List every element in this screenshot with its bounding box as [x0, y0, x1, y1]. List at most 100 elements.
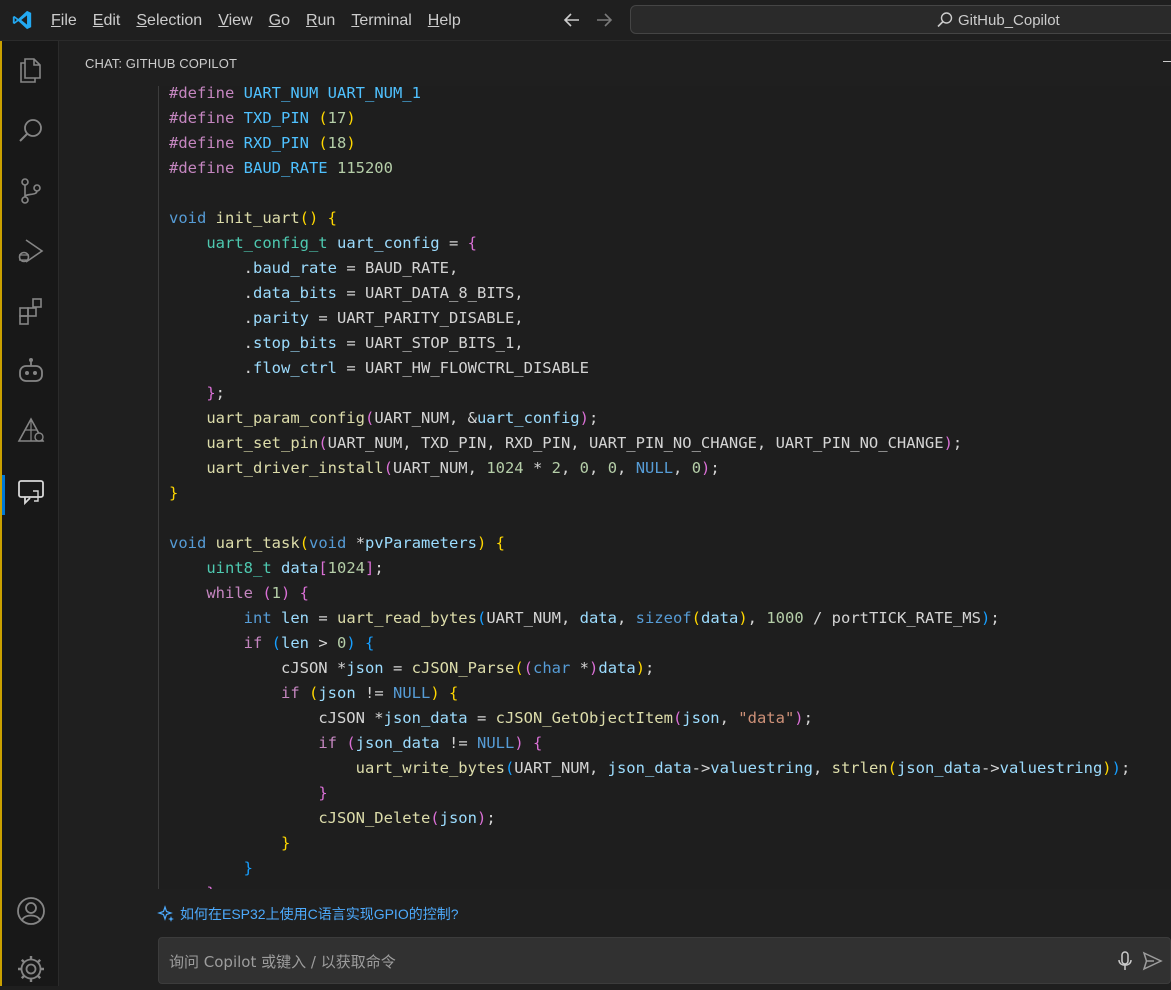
- code-token: json: [318, 684, 365, 702]
- code-token: (: [299, 534, 310, 552]
- code-token: ,: [747, 609, 767, 627]
- explorer-icon[interactable]: [15, 54, 47, 86]
- code-token: ;: [710, 459, 720, 477]
- code-line: }: [169, 481, 1130, 506]
- copilot-icon[interactable]: [15, 355, 47, 387]
- forward-arrow-icon[interactable]: [593, 9, 615, 31]
- code-token: cJSON *: [318, 709, 384, 727]
- code-token: init_uart: [215, 209, 300, 227]
- manage-gear-icon[interactable]: [15, 953, 47, 985]
- code-token: flow_ctrl: [253, 359, 347, 377]
- code-token: (: [514, 659, 524, 677]
- code-token: 1024: [327, 559, 365, 577]
- code-token: ): [794, 709, 804, 727]
- search-text: GitHub_Copilot: [958, 11, 1060, 29]
- code-token: ) {: [430, 684, 459, 702]
- code-token: ,: [561, 459, 580, 477]
- code-token: ): [738, 609, 748, 627]
- chat-response: #define UART_NUM UART_NUM_1 #define TXD_P…: [134, 86, 1171, 889]
- menu-bar: File Edit Selection View Go Run Terminal…: [43, 0, 469, 41]
- code-line: #define BAUD_RATE 115200: [169, 156, 1130, 181]
- code-token: UART_DATA_8_BITS,: [365, 284, 524, 302]
- code-token: UART_NUM, &: [374, 409, 477, 427]
- code-token: ): [346, 134, 356, 152]
- code-token: }: [206, 384, 216, 402]
- code-token: (: [318, 134, 328, 152]
- follow-up-suggestion[interactable]: 如何在ESP32上使用C语言实现GPIO的控制?: [157, 904, 459, 924]
- code-token: data: [280, 559, 319, 577]
- menu-run[interactable]: Run: [298, 0, 343, 41]
- menu-help[interactable]: Help: [420, 0, 469, 41]
- code-token: uart_write_bytes: [355, 759, 505, 777]
- code-token: if: [243, 634, 272, 652]
- code-token: void: [309, 534, 356, 552]
- code-token: *: [532, 459, 552, 477]
- code-token: ): [476, 809, 487, 827]
- account-icon[interactable]: [15, 895, 47, 927]
- microphone-icon[interactable]: [1114, 950, 1136, 972]
- code-token: }: [206, 884, 215, 889]
- command-center-search[interactable]: GitHub_Copilot: [630, 5, 1171, 34]
- code-token: (: [504, 759, 515, 777]
- code-token: (: [476, 609, 487, 627]
- vscode-logo-icon[interactable]: [11, 9, 33, 31]
- code-line: if (json_data != NULL) {: [169, 731, 1130, 756]
- extensions-icon[interactable]: [15, 295, 47, 327]
- code-block[interactable]: #define UART_NUM UART_NUM_1 #define TXD_P…: [158, 86, 1171, 889]
- code-token: (: [346, 734, 356, 752]
- code-token: 18: [327, 134, 347, 152]
- panel-actions-icon[interactable]: [1163, 61, 1171, 62]
- menu-terminal[interactable]: Terminal: [343, 0, 419, 41]
- active-indicator: [2, 475, 5, 515]
- code-token: ,: [616, 609, 636, 627]
- code-token: valuestring: [999, 759, 1103, 777]
- code-token: 0: [337, 634, 347, 652]
- code-token: stop_bits: [253, 334, 347, 352]
- code-line: cJSON_Delete(json);: [169, 806, 1130, 831]
- code-token: uart_config: [336, 234, 449, 252]
- code-line: .flow_ctrl = UART_HW_FLOWCTRL_DISABLE: [169, 356, 1130, 381]
- code-token: UART_NUM: [243, 86, 328, 102]
- code-token: int: [243, 609, 281, 627]
- code-token: *: [355, 534, 366, 552]
- code-token: ,: [812, 759, 832, 777]
- code-line: uart_config_t uart_config = {: [169, 231, 1130, 256]
- menu-edit[interactable]: Edit: [85, 0, 129, 41]
- menu-selection[interactable]: Selection: [128, 0, 210, 41]
- code-line: while (1) {: [169, 581, 1130, 606]
- code-token: .: [169, 259, 253, 277]
- code-token: valuestring: [710, 759, 813, 777]
- chat-input[interactable]: [167, 949, 1071, 975]
- back-arrow-icon[interactable]: [561, 9, 583, 31]
- code-token: ,: [617, 459, 636, 477]
- code-token: (: [364, 409, 375, 427]
- menu-view[interactable]: View: [210, 0, 260, 41]
- code-token: json: [346, 659, 393, 677]
- chat-icon[interactable]: [15, 475, 47, 507]
- code-token: >: [318, 634, 337, 652]
- chat-input-box[interactable]: [158, 937, 1171, 984]
- remote-icon[interactable]: [15, 415, 47, 447]
- code-token: ;: [803, 709, 813, 727]
- menu-file[interactable]: File: [43, 0, 85, 41]
- code-token: uart_set_pin: [206, 434, 319, 452]
- send-icon[interactable]: [1141, 950, 1163, 972]
- source-control-icon[interactable]: [15, 175, 47, 207]
- code-token: UART_NUM_1: [327, 86, 421, 102]
- activity-bar: [0, 41, 59, 986]
- menu-go[interactable]: Go: [261, 0, 298, 41]
- run-debug-icon[interactable]: [15, 235, 47, 267]
- search-icon[interactable]: [15, 115, 47, 147]
- code-token: data: [598, 659, 636, 677]
- code-token: NULL: [476, 734, 515, 752]
